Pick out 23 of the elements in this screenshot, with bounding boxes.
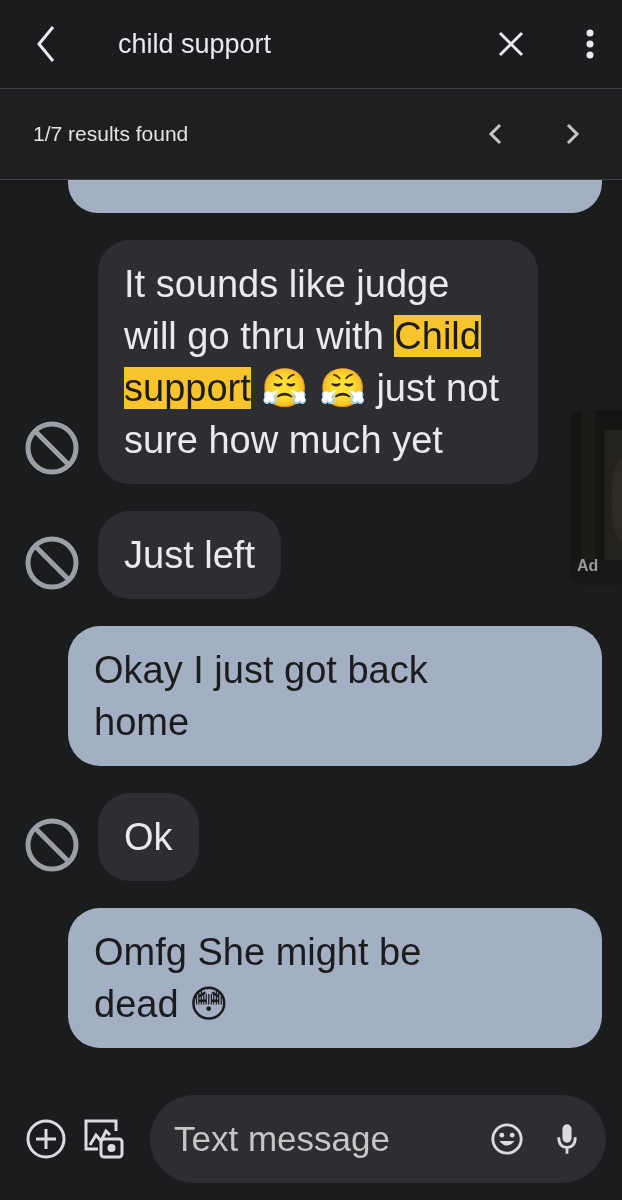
- more-icon[interactable]: [586, 29, 594, 59]
- message-bubble: Ok: [98, 793, 199, 881]
- search-query[interactable]: child support: [118, 28, 498, 60]
- blocked-icon: [24, 535, 80, 591]
- message-bubble: Just left: [98, 511, 281, 599]
- add-icon[interactable]: [26, 1119, 66, 1159]
- close-icon[interactable]: [498, 31, 524, 57]
- message-bubble: Okay I just got back home: [68, 626, 602, 766]
- blocked-icon: [24, 817, 80, 873]
- results-count: 1/7 results found: [33, 122, 190, 146]
- emoji-icon[interactable]: [490, 1122, 524, 1156]
- next-icon[interactable]: [566, 123, 580, 145]
- back-icon[interactable]: [36, 24, 56, 64]
- ad-label: Ad: [577, 557, 599, 575]
- message-bubble: It sounds like judge will go thru with Child support 😤 😤 just not sure how much yet: [98, 240, 538, 484]
- microphone-icon[interactable]: [556, 1122, 578, 1156]
- message-bubble: Omfg She might be dead 😳: [68, 908, 602, 1048]
- blocked-icon: [24, 420, 80, 476]
- previous-icon[interactable]: [488, 123, 502, 145]
- gallery-camera-icon[interactable]: [84, 1119, 124, 1159]
- message-field[interactable]: Text message: [150, 1095, 606, 1183]
- ad-card[interactable]: Ad: [570, 410, 622, 585]
- message-input[interactable]: Text message: [172, 1118, 458, 1160]
